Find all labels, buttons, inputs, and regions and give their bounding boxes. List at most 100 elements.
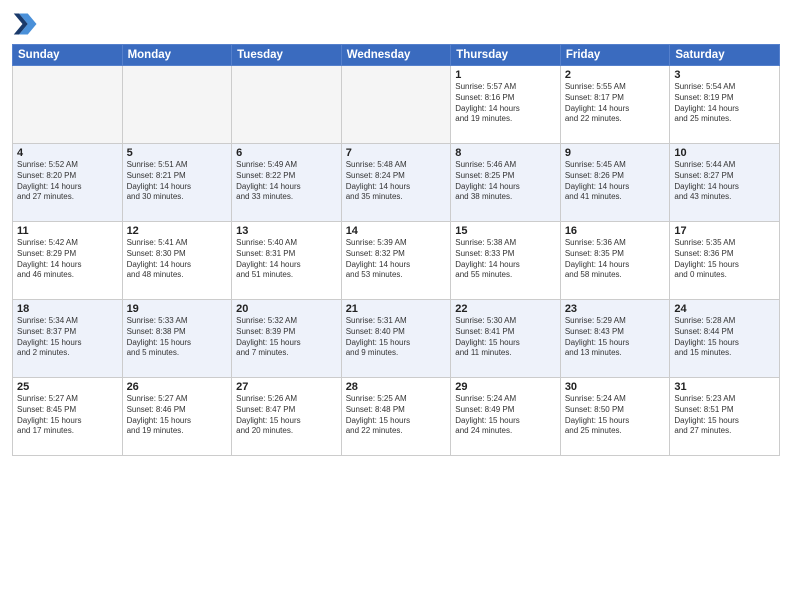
day-detail: Sunrise: 5:36 AM Sunset: 8:35 PM Dayligh… [565, 238, 666, 281]
day-detail: Sunrise: 5:27 AM Sunset: 8:45 PM Dayligh… [17, 394, 118, 437]
day-detail: Sunrise: 5:29 AM Sunset: 8:43 PM Dayligh… [565, 316, 666, 359]
day-number: 1 [455, 69, 556, 81]
calendar-day-cell: 27Sunrise: 5:26 AM Sunset: 8:47 PM Dayli… [232, 378, 342, 456]
day-detail: Sunrise: 5:23 AM Sunset: 8:51 PM Dayligh… [674, 394, 775, 437]
day-number: 22 [455, 303, 556, 315]
day-detail: Sunrise: 5:42 AM Sunset: 8:29 PM Dayligh… [17, 238, 118, 281]
day-number: 12 [127, 225, 228, 237]
calendar-day-cell: 26Sunrise: 5:27 AM Sunset: 8:46 PM Dayli… [122, 378, 232, 456]
calendar-day-cell: 5Sunrise: 5:51 AM Sunset: 8:21 PM Daylig… [122, 144, 232, 222]
day-number: 14 [346, 225, 447, 237]
day-detail: Sunrise: 5:49 AM Sunset: 8:22 PM Dayligh… [236, 160, 337, 203]
day-number: 21 [346, 303, 447, 315]
calendar-week-row: 25Sunrise: 5:27 AM Sunset: 8:45 PM Dayli… [13, 378, 780, 456]
calendar-day-cell: 8Sunrise: 5:46 AM Sunset: 8:25 PM Daylig… [451, 144, 561, 222]
day-number: 31 [674, 381, 775, 393]
day-number: 17 [674, 225, 775, 237]
calendar-week-row: 4Sunrise: 5:52 AM Sunset: 8:20 PM Daylig… [13, 144, 780, 222]
calendar-day-cell: 18Sunrise: 5:34 AM Sunset: 8:37 PM Dayli… [13, 300, 123, 378]
day-number: 5 [127, 147, 228, 159]
day-detail: Sunrise: 5:57 AM Sunset: 8:16 PM Dayligh… [455, 82, 556, 125]
day-detail: Sunrise: 5:41 AM Sunset: 8:30 PM Dayligh… [127, 238, 228, 281]
logo [12, 10, 44, 38]
calendar-day-cell: 25Sunrise: 5:27 AM Sunset: 8:45 PM Dayli… [13, 378, 123, 456]
calendar-day-cell: 30Sunrise: 5:24 AM Sunset: 8:50 PM Dayli… [560, 378, 670, 456]
calendar-day-cell: 9Sunrise: 5:45 AM Sunset: 8:26 PM Daylig… [560, 144, 670, 222]
day-number: 24 [674, 303, 775, 315]
weekday-header: Friday [560, 45, 670, 66]
calendar-table: SundayMondayTuesdayWednesdayThursdayFrid… [12, 44, 780, 456]
weekday-header: Saturday [670, 45, 780, 66]
calendar-header-row: SundayMondayTuesdayWednesdayThursdayFrid… [13, 45, 780, 66]
calendar-day-cell: 11Sunrise: 5:42 AM Sunset: 8:29 PM Dayli… [13, 222, 123, 300]
calendar-day-cell: 12Sunrise: 5:41 AM Sunset: 8:30 PM Dayli… [122, 222, 232, 300]
day-number: 7 [346, 147, 447, 159]
day-detail: Sunrise: 5:26 AM Sunset: 8:47 PM Dayligh… [236, 394, 337, 437]
day-detail: Sunrise: 5:45 AM Sunset: 8:26 PM Dayligh… [565, 160, 666, 203]
calendar-day-cell: 4Sunrise: 5:52 AM Sunset: 8:20 PM Daylig… [13, 144, 123, 222]
day-detail: Sunrise: 5:44 AM Sunset: 8:27 PM Dayligh… [674, 160, 775, 203]
calendar-day-cell [232, 66, 342, 144]
calendar-day-cell [122, 66, 232, 144]
day-detail: Sunrise: 5:27 AM Sunset: 8:46 PM Dayligh… [127, 394, 228, 437]
calendar-day-cell [13, 66, 123, 144]
day-number: 20 [236, 303, 337, 315]
calendar-week-row: 11Sunrise: 5:42 AM Sunset: 8:29 PM Dayli… [13, 222, 780, 300]
calendar-day-cell: 10Sunrise: 5:44 AM Sunset: 8:27 PM Dayli… [670, 144, 780, 222]
day-number: 28 [346, 381, 447, 393]
day-number: 15 [455, 225, 556, 237]
day-detail: Sunrise: 5:48 AM Sunset: 8:24 PM Dayligh… [346, 160, 447, 203]
day-number: 16 [565, 225, 666, 237]
day-number: 2 [565, 69, 666, 81]
calendar-day-cell: 6Sunrise: 5:49 AM Sunset: 8:22 PM Daylig… [232, 144, 342, 222]
calendar-day-cell: 29Sunrise: 5:24 AM Sunset: 8:49 PM Dayli… [451, 378, 561, 456]
day-number: 9 [565, 147, 666, 159]
calendar-day-cell: 21Sunrise: 5:31 AM Sunset: 8:40 PM Dayli… [341, 300, 451, 378]
day-detail: Sunrise: 5:51 AM Sunset: 8:21 PM Dayligh… [127, 160, 228, 203]
calendar-day-cell [341, 66, 451, 144]
day-number: 8 [455, 147, 556, 159]
weekday-header: Wednesday [341, 45, 451, 66]
calendar-day-cell: 19Sunrise: 5:33 AM Sunset: 8:38 PM Dayli… [122, 300, 232, 378]
calendar-day-cell: 23Sunrise: 5:29 AM Sunset: 8:43 PM Dayli… [560, 300, 670, 378]
day-number: 4 [17, 147, 118, 159]
calendar-day-cell: 17Sunrise: 5:35 AM Sunset: 8:36 PM Dayli… [670, 222, 780, 300]
day-detail: Sunrise: 5:55 AM Sunset: 8:17 PM Dayligh… [565, 82, 666, 125]
day-number: 18 [17, 303, 118, 315]
calendar-day-cell: 20Sunrise: 5:32 AM Sunset: 8:39 PM Dayli… [232, 300, 342, 378]
weekday-header: Sunday [13, 45, 123, 66]
day-number: 23 [565, 303, 666, 315]
calendar-day-cell: 15Sunrise: 5:38 AM Sunset: 8:33 PM Dayli… [451, 222, 561, 300]
day-number: 11 [17, 225, 118, 237]
day-number: 25 [17, 381, 118, 393]
logo-icon [12, 10, 40, 38]
day-number: 3 [674, 69, 775, 81]
calendar-day-cell: 7Sunrise: 5:48 AM Sunset: 8:24 PM Daylig… [341, 144, 451, 222]
day-number: 30 [565, 381, 666, 393]
day-detail: Sunrise: 5:30 AM Sunset: 8:41 PM Dayligh… [455, 316, 556, 359]
calendar-day-cell: 14Sunrise: 5:39 AM Sunset: 8:32 PM Dayli… [341, 222, 451, 300]
day-detail: Sunrise: 5:34 AM Sunset: 8:37 PM Dayligh… [17, 316, 118, 359]
day-detail: Sunrise: 5:31 AM Sunset: 8:40 PM Dayligh… [346, 316, 447, 359]
calendar-day-cell: 28Sunrise: 5:25 AM Sunset: 8:48 PM Dayli… [341, 378, 451, 456]
day-detail: Sunrise: 5:25 AM Sunset: 8:48 PM Dayligh… [346, 394, 447, 437]
day-detail: Sunrise: 5:28 AM Sunset: 8:44 PM Dayligh… [674, 316, 775, 359]
day-detail: Sunrise: 5:46 AM Sunset: 8:25 PM Dayligh… [455, 160, 556, 203]
calendar-day-cell: 2Sunrise: 5:55 AM Sunset: 8:17 PM Daylig… [560, 66, 670, 144]
header [12, 10, 780, 38]
day-detail: Sunrise: 5:24 AM Sunset: 8:49 PM Dayligh… [455, 394, 556, 437]
day-detail: Sunrise: 5:52 AM Sunset: 8:20 PM Dayligh… [17, 160, 118, 203]
day-detail: Sunrise: 5:32 AM Sunset: 8:39 PM Dayligh… [236, 316, 337, 359]
calendar-day-cell: 3Sunrise: 5:54 AM Sunset: 8:19 PM Daylig… [670, 66, 780, 144]
day-detail: Sunrise: 5:54 AM Sunset: 8:19 PM Dayligh… [674, 82, 775, 125]
calendar-day-cell: 24Sunrise: 5:28 AM Sunset: 8:44 PM Dayli… [670, 300, 780, 378]
day-detail: Sunrise: 5:35 AM Sunset: 8:36 PM Dayligh… [674, 238, 775, 281]
day-number: 10 [674, 147, 775, 159]
calendar-day-cell: 1Sunrise: 5:57 AM Sunset: 8:16 PM Daylig… [451, 66, 561, 144]
weekday-header: Thursday [451, 45, 561, 66]
calendar-week-row: 1Sunrise: 5:57 AM Sunset: 8:16 PM Daylig… [13, 66, 780, 144]
calendar-day-cell: 31Sunrise: 5:23 AM Sunset: 8:51 PM Dayli… [670, 378, 780, 456]
day-number: 19 [127, 303, 228, 315]
day-number: 6 [236, 147, 337, 159]
day-detail: Sunrise: 5:40 AM Sunset: 8:31 PM Dayligh… [236, 238, 337, 281]
